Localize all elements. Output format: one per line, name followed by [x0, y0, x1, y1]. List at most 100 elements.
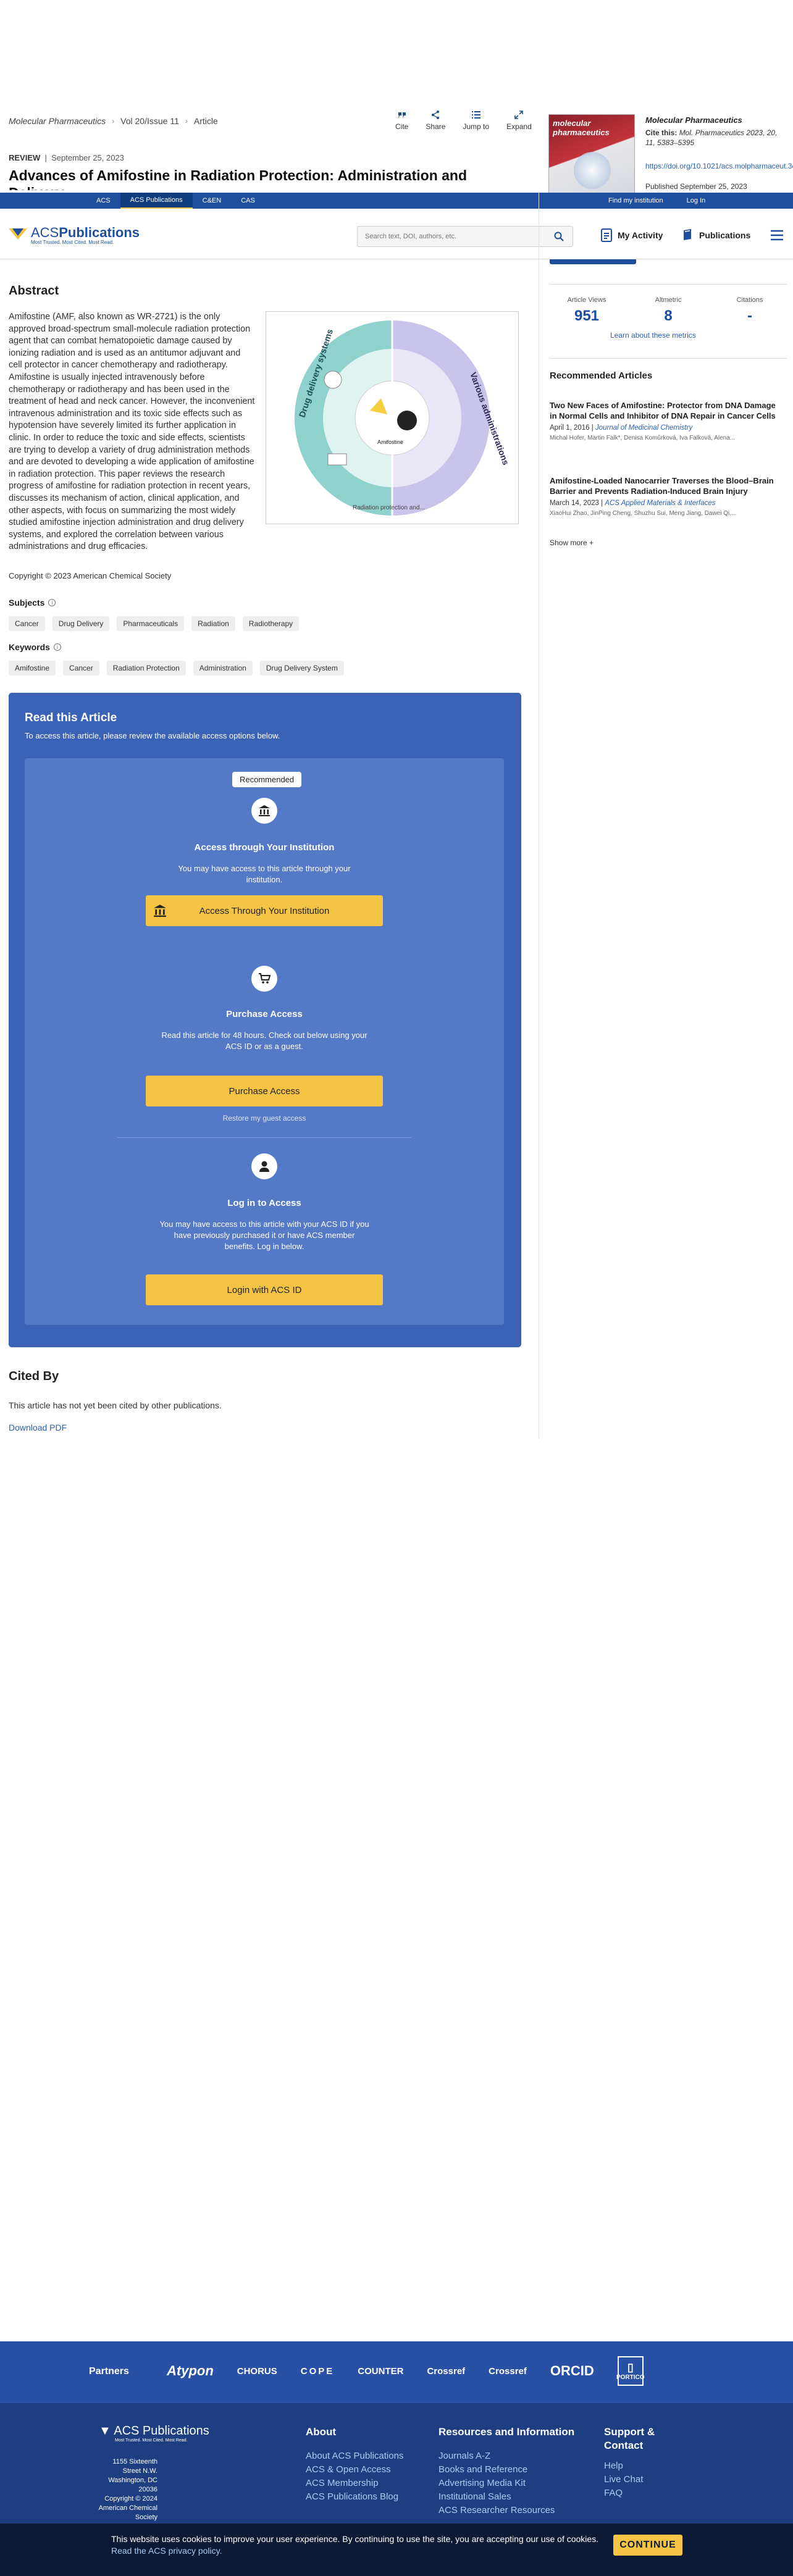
partner-logo[interactable]: Atypon [167, 2363, 214, 2379]
purchase-text: Read this article for 48 hours. Check ou… [161, 1031, 367, 1051]
search-icon[interactable] [554, 232, 564, 241]
share-button[interactable]: Share [426, 110, 445, 131]
learn-metrics-link[interactable]: Learn about these metrics [610, 331, 696, 340]
cited-by-section: Cited By This article has not yet been c… [9, 1370, 521, 1437]
footer-link[interactable]: Help [604, 2461, 672, 2471]
footer-link[interactable]: Books and Reference [438, 2465, 574, 2475]
address-line: 1155 Sixteenth Street N.W. [112, 2458, 157, 2475]
nav-acs-publications[interactable]: ACS Publications [120, 193, 193, 209]
access-institution-button[interactable]: Access Through Your Institution [146, 895, 383, 926]
partner-logo[interactable]: ORCID [550, 2363, 594, 2379]
info-icon[interactable]: i [53, 643, 61, 651]
metric-altmetric[interactable]: Altmetric 8 [631, 296, 705, 325]
subject-chip[interactable]: Pharmaceuticals [117, 616, 185, 631]
top-nav-links: ACS ACS Publications C&EN CAS [86, 193, 265, 209]
login-link[interactable]: Log In [687, 197, 706, 204]
keywords-heading: Keywords i [9, 642, 521, 652]
keyword-chip[interactable]: Amifostine [9, 661, 56, 675]
hamburger-menu-icon[interactable] [771, 230, 783, 241]
jump-to-button[interactable]: Jump to [463, 110, 489, 131]
subjects-section: Subjects i Cancer Drug Delivery Pharmaceu… [9, 598, 521, 635]
find-institution-link[interactable]: Find my institution [608, 197, 663, 204]
partner-logo[interactable]: CHORUS [237, 2366, 277, 2377]
cite-label: Cite [395, 122, 409, 131]
login-acs-id-label: Login with ACS ID [227, 1284, 302, 1295]
publications-button[interactable]: Publications [682, 228, 750, 242]
recommended-item[interactable]: Amifostine-Loaded Nanocarrier Traverses … [550, 475, 781, 517]
partner-logo[interactable]: ▯ PORTICO [616, 2356, 645, 2386]
metric-value: - [747, 307, 752, 324]
show-more-button[interactable]: Show more + [550, 538, 594, 547]
recommended-item[interactable]: Two New Faces of Amifostine: Protector f… [550, 400, 781, 441]
sidebar-action-button[interactable] [550, 259, 636, 264]
continue-button[interactable]: CONTINUE [613, 2535, 682, 2556]
nav-cas[interactable]: CAS [231, 193, 265, 209]
search-input[interactable] [358, 227, 543, 246]
partner-logo[interactable]: Crossref [427, 2366, 465, 2377]
article-type: REVIEW [9, 153, 41, 162]
recommended-meta: March 14, 2023 | ACS Applied Materials &… [550, 500, 716, 507]
footer-link[interactable]: ACS Researcher Resources [438, 2506, 574, 2515]
footer-link[interactable]: ACS & Open Access [306, 2465, 403, 2475]
partner-logo[interactable]: COUNTER [358, 2366, 403, 2377]
nav-cen[interactable]: C&EN [193, 193, 232, 209]
footer-link[interactable]: Advertising Media Kit [438, 2478, 574, 2488]
breadcrumb-journal[interactable]: Molecular Pharmaceutics [9, 116, 106, 126]
recommended-title[interactable]: Amifostine-Loaded Nanocarrier Traverses … [550, 475, 781, 496]
footer-link[interactable]: Live Chat [604, 2475, 672, 2485]
read-article-subheading: To access this article, please review th… [25, 731, 280, 740]
restore-guest-access-link[interactable]: Restore my guest access [25, 1114, 504, 1123]
download-pdf-link[interactable]: Download PDF [9, 1423, 67, 1432]
my-activity-button[interactable]: My Activity [600, 228, 663, 242]
abstract-text: Amifostine (AMF, also known as WR-2721) … [9, 312, 255, 552]
keyword-chip[interactable]: Administration [193, 661, 253, 675]
journal-name[interactable]: Molecular Pharmaceutics [645, 115, 742, 125]
subjects-list: Cancer Drug Delivery Pharmaceuticals Rad… [9, 616, 521, 631]
doi-link[interactable]: https://doi.org/10.1021/acs.molpharmaceu… [645, 161, 793, 171]
footer-link[interactable]: About ACS Publications [306, 2451, 403, 2461]
metric-article-views: Article Views 951 [550, 296, 624, 325]
keyword-chip[interactable]: Cancer [63, 661, 99, 675]
toc-graphic[interactable]: Drug delivery systems Various administra… [266, 311, 519, 524]
cookie-text: This website uses cookies to improve you… [111, 2533, 605, 2557]
footer-link[interactable]: Institutional Sales [438, 2492, 574, 2502]
partner-logo[interactable]: Crossref [489, 2366, 527, 2377]
purchase-heading: Purchase Access [226, 1009, 303, 1019]
footer-link[interactable]: FAQ [604, 2488, 672, 2498]
keyword-chip[interactable]: Drug Delivery System [259, 661, 344, 675]
footer-link[interactable]: ACS Membership [306, 2478, 403, 2488]
logo-text: ACSPublications [31, 225, 140, 241]
partner-logos: Atypon CHORUS COPE COUNTER Crossref Cros… [167, 2356, 645, 2386]
info-icon[interactable]: i [48, 599, 56, 606]
footer-link[interactable]: Journals A-Z [438, 2451, 574, 2461]
cite-button[interactable]: Cite [395, 110, 408, 131]
plus-icon: + [589, 538, 594, 547]
recommended-badge: Recommended [232, 772, 302, 787]
subject-chip[interactable]: Drug Delivery [52, 616, 110, 631]
partner-logo[interactable]: COPE [301, 2366, 335, 2377]
metric-citations: Citations - [713, 296, 787, 325]
login-acs-id-button[interactable]: Login with ACS ID [146, 1274, 383, 1305]
subject-chip[interactable]: Cancer [9, 616, 45, 631]
expand-button[interactable]: Expand [506, 110, 532, 131]
footer-heading: Support & Contact [604, 2426, 655, 2451]
metric-label: Citations [736, 296, 763, 304]
subject-chip[interactable]: Radiotherapy [242, 616, 300, 631]
activity-icon [601, 228, 612, 242]
chevron-right-icon: › [112, 117, 115, 125]
metric-value: 8 [664, 307, 673, 324]
privacy-policy-link[interactable]: Read the ACS privacy policy. [111, 2546, 222, 2556]
quote-icon [398, 112, 406, 117]
subject-chip[interactable]: Radiation [191, 616, 235, 631]
nav-acs[interactable]: ACS [86, 193, 120, 209]
acs-triangle-logo-icon: ▼ [99, 2424, 111, 2438]
breadcrumb-volume[interactable]: Vol 20/Issue 11 [120, 116, 179, 126]
acs-logo[interactable]: ACSPublications Most Trusted. Most Cited… [9, 225, 140, 245]
keyword-chip[interactable]: Radiation Protection [106, 661, 186, 675]
journal-cover[interactable]: molecular pharmaceutics [548, 114, 635, 201]
footer-logo[interactable]: ▼ ACS Publications Most Trusted. Most Ci… [99, 2424, 209, 2443]
address-line: American Chemical Society [98, 2504, 157, 2521]
recommended-title[interactable]: Two New Faces of Amifostine: Protector f… [550, 400, 781, 421]
purchase-access-button[interactable]: Purchase Access [146, 1076, 383, 1106]
footer-link[interactable]: ACS Publications Blog [306, 2492, 403, 2502]
